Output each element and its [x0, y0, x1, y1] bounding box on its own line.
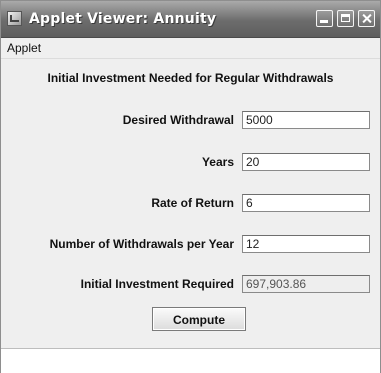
desired-withdrawal-label: Desired Withdrawal — [122, 113, 234, 127]
desired-withdrawal-input[interactable] — [242, 111, 370, 129]
java-app-icon — [7, 11, 22, 26]
window-title: Applet Viewer: Annuity — [29, 11, 217, 27]
status-bar — [1, 348, 380, 373]
rate-of-return-input[interactable] — [242, 194, 370, 212]
withdrawals-per-year-input[interactable] — [242, 235, 370, 253]
initial-investment-output — [242, 275, 370, 293]
applet-panel: Initial Investment Needed for Regular Wi… — [1, 59, 380, 347]
minimize-icon[interactable] — [316, 10, 333, 27]
menu-applet[interactable]: Applet — [7, 41, 41, 55]
applet-heading: Initial Investment Needed for Regular Wi… — [47, 71, 334, 85]
title-bar[interactable]: Applet Viewer: Annuity — [1, 1, 380, 38]
initial-investment-label: Initial Investment Required — [80, 277, 234, 291]
menu-bar: Applet — [1, 38, 380, 59]
withdrawals-per-year-label: Number of Withdrawals per Year — [49, 237, 234, 251]
years-input[interactable] — [242, 153, 370, 171]
rate-of-return-label: Rate of Return — [151, 196, 234, 210]
close-icon[interactable] — [358, 10, 375, 27]
maximize-icon[interactable] — [337, 10, 354, 27]
years-label: Years — [201, 155, 234, 169]
applet-viewer-window: Applet Viewer: Annuity Applet Initial In… — [0, 0, 381, 373]
compute-button[interactable]: Compute — [152, 307, 246, 331]
